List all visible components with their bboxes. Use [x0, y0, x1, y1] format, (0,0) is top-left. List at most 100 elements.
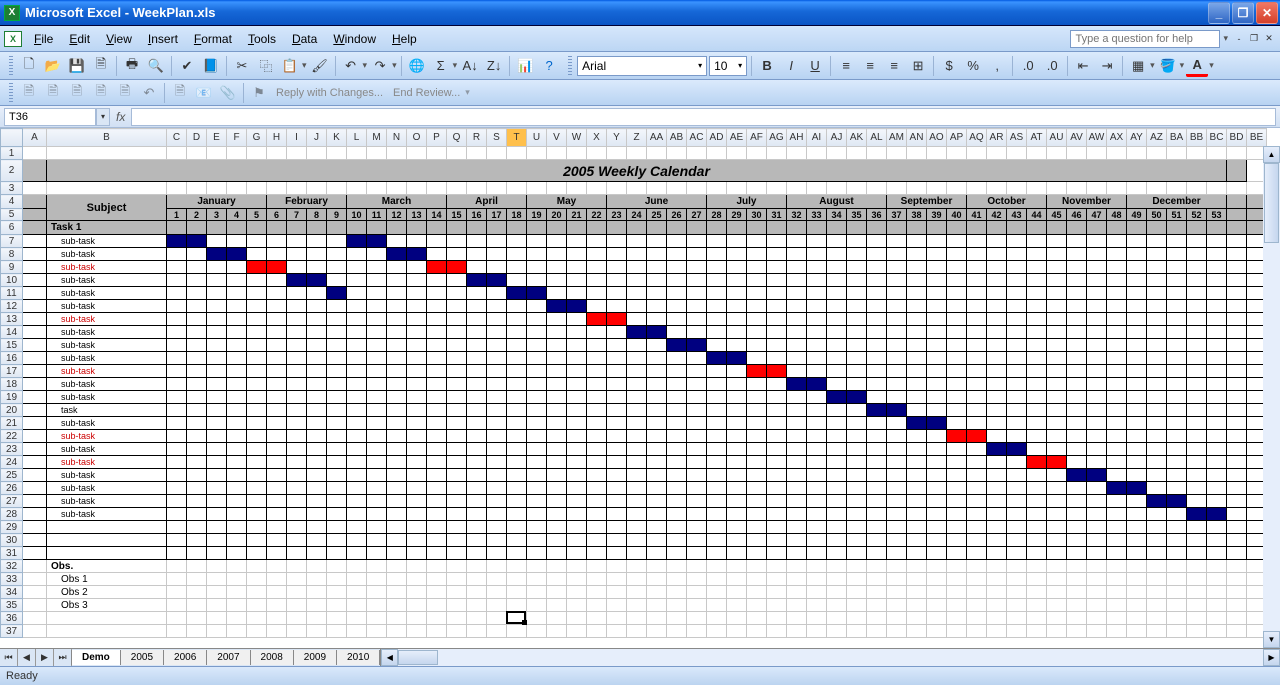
cell-r14-w34[interactable] — [827, 326, 847, 339]
cell-r23-w26[interactable] — [667, 443, 687, 456]
col-header-AS[interactable]: AS — [1007, 129, 1027, 147]
cell-r20-w24[interactable] — [627, 404, 647, 417]
cell-r25-w13[interactable] — [407, 469, 427, 482]
cell-r20-w50[interactable] — [1147, 404, 1167, 417]
cell-r27-w10[interactable] — [347, 495, 367, 508]
cell-r18-w19[interactable] — [527, 378, 547, 391]
cell-r9-w32[interactable] — [787, 261, 807, 274]
cell-r15-w1[interactable] — [167, 339, 187, 352]
cell-r26-w2[interactable] — [187, 482, 207, 495]
cell-r19-w40[interactable] — [947, 391, 967, 404]
cell-r27-w9[interactable] — [327, 495, 347, 508]
cell-r20-w26[interactable] — [667, 404, 687, 417]
cell-r16-w42[interactable] — [987, 352, 1007, 365]
cell-r23-w20[interactable] — [547, 443, 567, 456]
cell-r20-w22[interactable] — [587, 404, 607, 417]
cell-r13-w39[interactable] — [927, 313, 947, 326]
cell-r25-w26[interactable] — [667, 469, 687, 482]
cell-r23-w53[interactable] — [1207, 443, 1227, 456]
cell-r15-w18[interactable] — [507, 339, 527, 352]
mdi-restore-button[interactable]: ❐ — [1247, 32, 1261, 46]
cell-r21-w15[interactable] — [447, 417, 467, 430]
cell-r27-w36[interactable] — [867, 495, 887, 508]
cell-r26-w14[interactable] — [427, 482, 447, 495]
cell-r17-w49[interactable] — [1127, 365, 1147, 378]
cell-r21-w31[interactable] — [767, 417, 787, 430]
cell-r19-w28[interactable] — [707, 391, 727, 404]
cell-r20-w48[interactable] — [1107, 404, 1127, 417]
cell-r27-w1[interactable] — [167, 495, 187, 508]
cell-r16-w18[interactable] — [507, 352, 527, 365]
cell-r27-w26[interactable] — [667, 495, 687, 508]
cell-r13-w24[interactable] — [627, 313, 647, 326]
obs-item-0[interactable]: Obs 1 — [47, 573, 167, 586]
cell-r8-w49[interactable] — [1127, 248, 1147, 261]
cell-r25-w41[interactable] — [967, 469, 987, 482]
cell-r16-w7[interactable] — [287, 352, 307, 365]
cell-r13-w27[interactable] — [687, 313, 707, 326]
print-icon[interactable]: 🖶 — [121, 55, 143, 77]
cell-r21-w3[interactable] — [207, 417, 227, 430]
cell-r12-w46[interactable] — [1067, 300, 1087, 313]
cell-r21-w52[interactable] — [1187, 417, 1207, 430]
cell-r10-w14[interactable] — [427, 274, 447, 287]
cell-r14-w29[interactable] — [727, 326, 747, 339]
cell-r13-w35[interactable] — [847, 313, 867, 326]
cell-r12-w12[interactable] — [387, 300, 407, 313]
cell-r12-w27[interactable] — [687, 300, 707, 313]
col-header-X[interactable]: X — [587, 129, 607, 147]
col-header-AZ[interactable]: AZ — [1147, 129, 1167, 147]
cell-r13-w26[interactable] — [667, 313, 687, 326]
cell-r28-w33[interactable] — [807, 508, 827, 521]
cell-r19-w49[interactable] — [1127, 391, 1147, 404]
cell-r18-w22[interactable] — [587, 378, 607, 391]
cell-r22-w7[interactable] — [287, 430, 307, 443]
cell-r26-w30[interactable] — [747, 482, 767, 495]
cell-r14-w33[interactable] — [807, 326, 827, 339]
cell-r26-w46[interactable] — [1067, 482, 1087, 495]
cell-r8-w22[interactable] — [587, 248, 607, 261]
cell-r27-w6[interactable] — [267, 495, 287, 508]
cell-r10-w4[interactable] — [227, 274, 247, 287]
cell-r7-w14[interactable] — [427, 235, 447, 248]
cell-r13-w47[interactable] — [1087, 313, 1107, 326]
cell-r13-w7[interactable] — [287, 313, 307, 326]
cell-r28-w19[interactable] — [527, 508, 547, 521]
cell-r23-w48[interactable] — [1107, 443, 1127, 456]
cell-r9-w47[interactable] — [1087, 261, 1107, 274]
cell-r21-w51[interactable] — [1167, 417, 1187, 430]
cell-r25-w3[interactable] — [207, 469, 227, 482]
cell-r17-w48[interactable] — [1107, 365, 1127, 378]
cell-r16-w8[interactable] — [307, 352, 327, 365]
cell-r21-w27[interactable] — [687, 417, 707, 430]
col-header-W[interactable]: W — [567, 129, 587, 147]
cell-r23-w19[interactable] — [527, 443, 547, 456]
cell-r8-w32[interactable] — [787, 248, 807, 261]
cell-r14-w13[interactable] — [407, 326, 427, 339]
cell-r27-w52[interactable] — [1187, 495, 1207, 508]
cell-r12-w8[interactable] — [307, 300, 327, 313]
cell-r7-w13[interactable] — [407, 235, 427, 248]
cell-r23-w11[interactable] — [367, 443, 387, 456]
cell-r13-w4[interactable] — [227, 313, 247, 326]
cell-r21-w18[interactable] — [507, 417, 527, 430]
cell-r15-w41[interactable] — [967, 339, 987, 352]
cell-r10-w47[interactable] — [1087, 274, 1107, 287]
cell-r25-w37[interactable] — [887, 469, 907, 482]
cell-r11-w28[interactable] — [707, 287, 727, 300]
cell-r27-w19[interactable] — [527, 495, 547, 508]
cell-r8-w53[interactable] — [1207, 248, 1227, 261]
cell-r11-w37[interactable] — [887, 287, 907, 300]
cell-r9-w9[interactable] — [327, 261, 347, 274]
cell-r8-w29[interactable] — [727, 248, 747, 261]
cell-r18-w27[interactable] — [687, 378, 707, 391]
cell-r23-w27[interactable] — [687, 443, 707, 456]
cell-r11-w48[interactable] — [1107, 287, 1127, 300]
row-header-10[interactable]: 10 — [1, 274, 23, 287]
cell-r28-w45[interactable] — [1047, 508, 1067, 521]
cell-r20-w13[interactable] — [407, 404, 427, 417]
sheet-tab-2005[interactable]: 2005 — [120, 650, 164, 665]
cell-r18-w21[interactable] — [567, 378, 587, 391]
cell-r27-w29[interactable] — [727, 495, 747, 508]
cell-r12-w43[interactable] — [1007, 300, 1027, 313]
